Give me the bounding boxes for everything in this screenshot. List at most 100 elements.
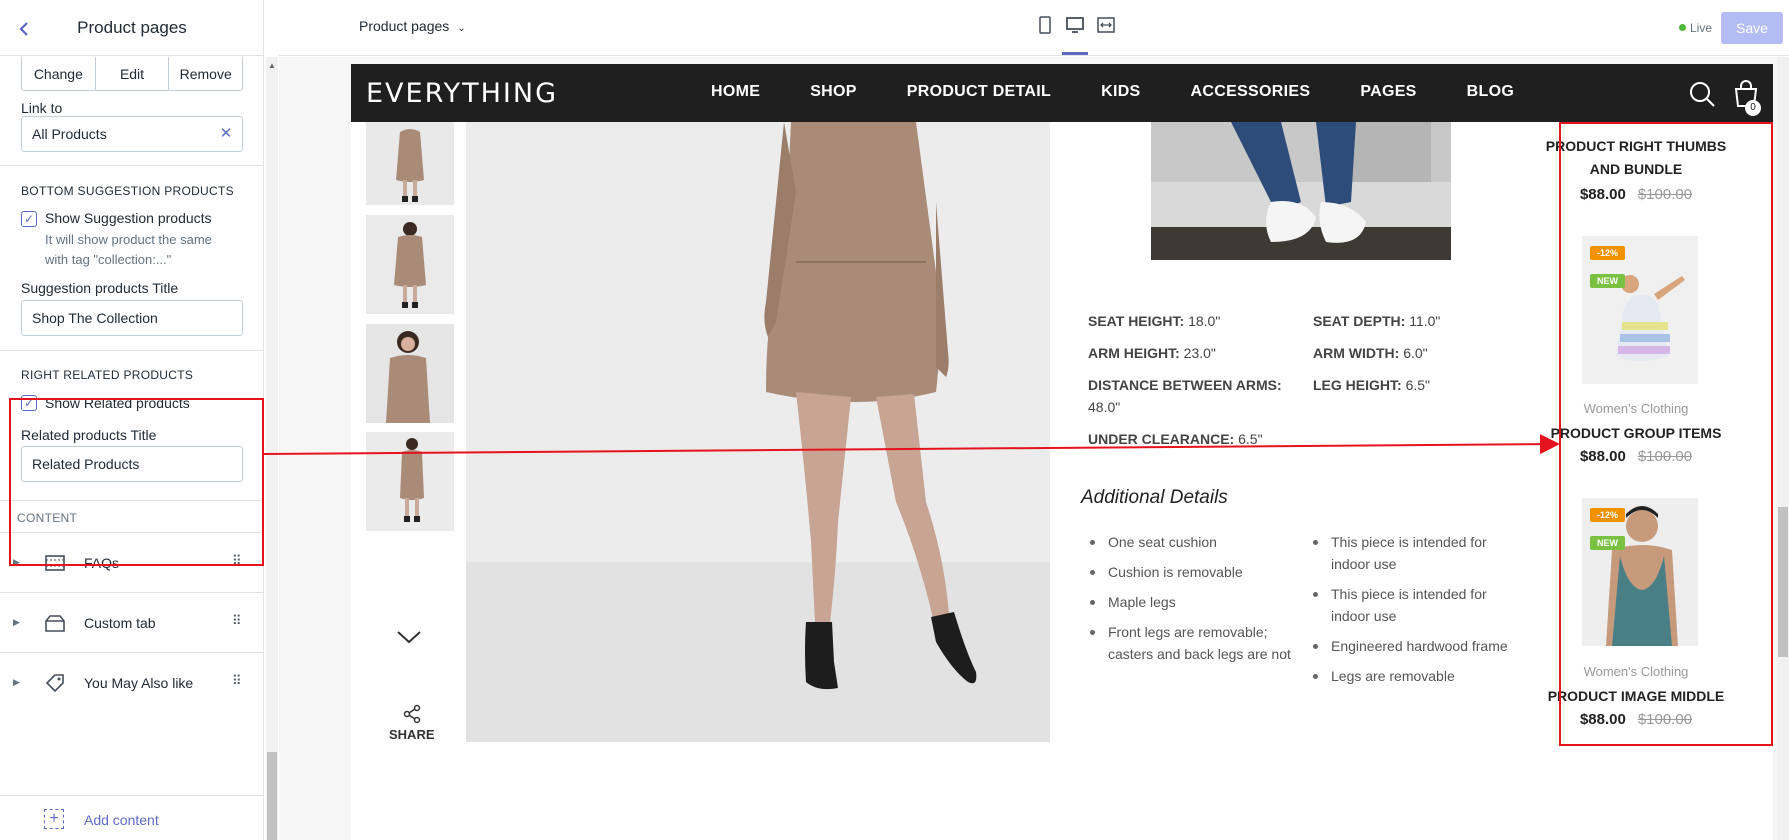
product-main-image[interactable] [466,122,1050,742]
save-button[interactable]: Save [1721,12,1783,44]
spec-value: 6.5" [1238,431,1263,447]
add-content-button[interactable]: + Add content [0,795,263,840]
spec-value: 11.0" [1409,313,1441,329]
sidebar-title: Product pages [77,18,187,37]
spec-item: DISTANCE BETWEEN ARMS: 48.0" [1088,374,1288,418]
additional-details-title: Additional Details [1081,487,1228,508]
change-button[interactable]: Change [22,57,96,90]
block-custom-tab[interactable]: ▶ Custom tab ⠿ [0,592,263,652]
spec-item: UNDER CLEARANCE: 6.5" [1088,428,1263,450]
mobile-view-icon[interactable] [1032,16,1058,40]
menu-home[interactable]: HOME [711,83,760,101]
spec-item: SEAT DEPTH: 11.0" [1313,310,1440,332]
edit-button[interactable]: Edit [96,57,170,90]
list-item: This piece is intended for indoor use [1311,583,1521,627]
scrollbar-thumb[interactable] [267,752,277,840]
clear-icon[interactable]: ✕ [218,126,234,142]
details-list-left: One seat cushion Cushion is removable Ma… [1088,531,1298,673]
spec-label: UNDER CLEARANCE: [1088,431,1235,447]
spec-value: 6.0" [1403,345,1428,361]
store-logo[interactable]: EVERYTHING [366,78,558,109]
divider [0,350,263,351]
related-settings-highlight [9,398,264,566]
search-icon[interactable] [1687,79,1717,109]
list-item: Maple legs [1088,591,1298,613]
spec-label: ARM WIDTH: [1313,345,1400,361]
live-dot-icon [1679,24,1686,31]
spec-item: LEG HEIGHT: 6.5" [1313,374,1430,396]
product-thumbnail[interactable] [366,324,454,423]
store-menu: HOME SHOP PRODUCT DETAIL KIDS ACCESSORIE… [711,83,1564,101]
add-content-label: Add content [84,812,159,828]
page-type-dropdown[interactable]: Product pages ⌄ [359,18,466,34]
spec-item: ARM HEIGHT: 23.0" [1088,342,1216,364]
menu-accessories[interactable]: ACCESSORIES [1191,83,1311,101]
live-status: Live [1679,21,1712,35]
spec-label: LEG HEIGHT: [1313,377,1402,393]
share-button[interactable]: SHARE [389,704,435,742]
suggestion-title-input[interactable]: Shop The Collection [21,300,243,336]
show-suggestion-label: Show Suggestion products [45,210,212,226]
sidebar-scrollbar[interactable]: ▲ [266,57,278,840]
list-item: Front legs are removable; casters and ba… [1088,621,1298,665]
link-to-field[interactable]: All Products ✕ [21,116,243,152]
chevron-down-icon: ⌄ [457,23,466,34]
list-item: Engineered hardwood frame [1311,635,1521,657]
store-navbar: EVERYTHING HOME SHOP PRODUCT DETAIL KIDS… [351,64,1773,122]
cart-count-badge: 0 [1745,100,1761,116]
custom-tab-icon [44,613,66,633]
link-to-label: Link to [21,100,63,116]
preview-scrollbar[interactable] [1777,57,1789,840]
list-item: Legs are removable [1311,665,1521,687]
spec-label: SEAT HEIGHT: [1088,313,1185,329]
share-icon [403,704,420,724]
remove-button[interactable]: Remove [169,57,242,90]
spec-value: 23.0" [1183,345,1216,361]
list-item: One seat cushion [1088,531,1298,553]
drag-handle-icon[interactable]: ⠿ [232,673,241,689]
add-icon: + [44,809,64,829]
preview-scrollbar-thumb[interactable] [1778,507,1788,657]
tag-icon [44,673,66,693]
product-thumbnail[interactable] [366,122,454,205]
menu-pages[interactable]: PAGES [1360,83,1416,101]
product-thumbnail[interactable] [366,432,454,531]
share-label: SHARE [389,727,435,742]
spec-item: SEAT HEIGHT: 18.0" [1088,310,1220,332]
menu-product-detail[interactable]: PRODUCT DETAIL [907,83,1051,101]
list-item: Cushion is removable [1088,561,1298,583]
sidebar-header: Product pages [0,0,263,56]
menu-kids[interactable]: KIDS [1101,83,1140,101]
menu-shop[interactable]: SHOP [810,83,857,101]
spec-label: DISTANCE BETWEEN ARMS: [1088,377,1282,393]
link-to-value: All Products [32,126,107,142]
expand-caret-icon[interactable]: ▶ [13,617,20,628]
menu-blog[interactable]: BLOG [1467,83,1514,101]
suggestion-help-text: It will show product the same with tag "… [45,232,212,267]
product-thumbnail[interactable] [366,215,454,314]
spec-item: ARM WIDTH: 6.0" [1313,342,1428,364]
page-type-value: Product pages [359,18,450,34]
block-label: You May Also like [84,675,194,691]
editor-topbar: Product pages ⌄ Live Save [279,0,1789,56]
related-products-highlight [1559,122,1773,746]
spec-value: 18.0" [1188,313,1221,329]
fullscreen-view-icon[interactable] [1093,16,1119,40]
live-status-text: Live [1690,21,1713,35]
spec-value: 6.5" [1405,377,1430,393]
section-action-group: Change Edit Remove [21,57,243,91]
drag-handle-icon[interactable]: ⠿ [232,613,241,629]
desktop-view-icon[interactable] [1062,16,1088,55]
block-you-may-also-like[interactable]: ▶ You May Also like ⠿ [0,652,263,712]
spec-label: SEAT DEPTH: [1313,313,1406,329]
spec-value: 48.0" [1088,399,1121,415]
expand-caret-icon[interactable]: ▶ [13,677,20,688]
product-detail-image [1151,122,1451,260]
bottom-suggestion-heading: BOTTOM SUGGESTION PRODUCTS [21,184,234,198]
suggestion-title-label: Suggestion products Title [21,280,179,296]
right-related-heading: RIGHT RELATED PRODUCTS [21,368,194,382]
show-suggestion-checkbox[interactable]: ✓ [21,211,37,227]
divider [0,165,263,166]
thumbnails-next-chevron-icon[interactable] [396,624,422,650]
scroll-up-arrow-icon[interactable]: ▲ [268,61,276,70]
